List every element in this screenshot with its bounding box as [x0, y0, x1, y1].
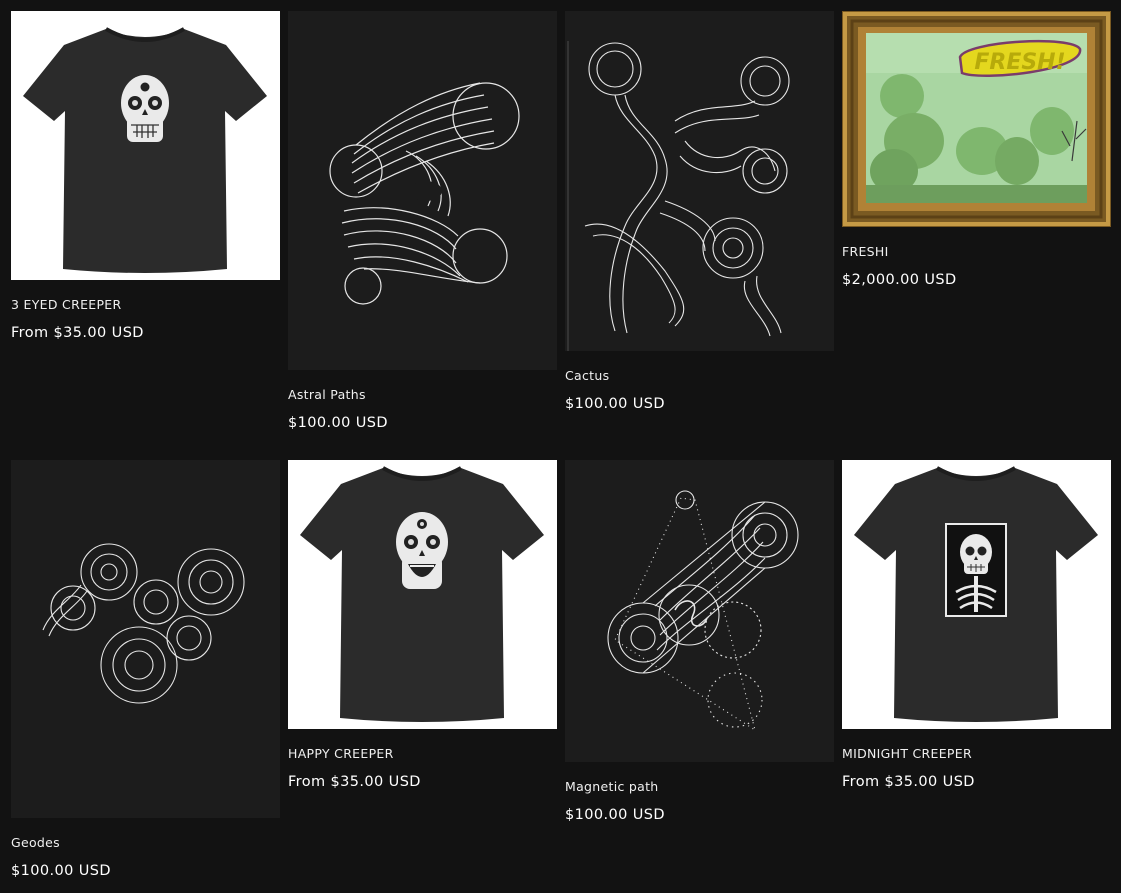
product-title[interactable]: Astral Paths	[288, 388, 557, 402]
product-card-3-eyed-creeper[interactable]: 3 EYED CREEPER From $35.00 USD	[11, 11, 280, 341]
product-title[interactable]: Geodes	[11, 836, 280, 850]
product-image-midnight-creeper[interactable]	[842, 460, 1111, 729]
product-price: $100.00 USD	[565, 807, 665, 823]
product-card-astral-paths[interactable]: Astral Paths $100.00 USD	[288, 11, 557, 431]
product-title[interactable]: FRESHI	[842, 245, 1111, 259]
product-grid: 3 EYED CREEPER From $35.00 USD Astral Pa…	[0, 0, 1121, 893]
product-price: $100.00 USD	[288, 415, 388, 431]
product-image-cactus[interactable]	[565, 11, 834, 351]
product-title[interactable]: MIDNIGHT CREEPER	[842, 747, 1111, 761]
product-card-magnetic-path[interactable]: Magnetic path $100.00 USD	[565, 460, 834, 823]
product-price: $100.00 USD	[11, 863, 111, 879]
product-price: From $35.00 USD	[842, 774, 975, 790]
product-card-midnight-creeper[interactable]: MIDNIGHT CREEPER From $35.00 USD	[842, 460, 1111, 790]
svg-text:FRESH!: FRESH!	[974, 50, 1065, 75]
skull-graphic	[396, 512, 448, 589]
product-title[interactable]: Magnetic path	[565, 780, 834, 794]
product-price: $2,000.00 USD	[842, 272, 957, 288]
product-image-3-eyed-creeper[interactable]	[11, 11, 280, 280]
product-card-freshi[interactable]: FRESH! FRESHI $2,000.00 USD	[842, 11, 1111, 288]
product-image-geodes[interactable]	[11, 460, 280, 818]
product-image-magnetic-path[interactable]	[565, 460, 834, 762]
product-image-freshi[interactable]: FRESH!	[842, 11, 1111, 227]
product-title[interactable]: HAPPY CREEPER	[288, 747, 557, 761]
product-card-happy-creeper[interactable]: HAPPY CREEPER From $35.00 USD	[288, 460, 557, 790]
product-price: From $35.00 USD	[11, 325, 144, 341]
product-card-cactus[interactable]: Cactus $100.00 USD	[565, 11, 834, 412]
product-image-astral-paths[interactable]	[288, 11, 557, 370]
product-title[interactable]: 3 EYED CREEPER	[11, 298, 280, 312]
skull-graphic	[121, 75, 169, 142]
product-card-geodes[interactable]: Geodes $100.00 USD	[11, 460, 280, 879]
product-price: $100.00 USD	[565, 396, 665, 412]
skeleton-graphic	[945, 523, 1007, 617]
product-price: From $35.00 USD	[288, 774, 421, 790]
product-image-happy-creeper[interactable]	[288, 460, 557, 729]
product-title[interactable]: Cactus	[565, 369, 834, 383]
